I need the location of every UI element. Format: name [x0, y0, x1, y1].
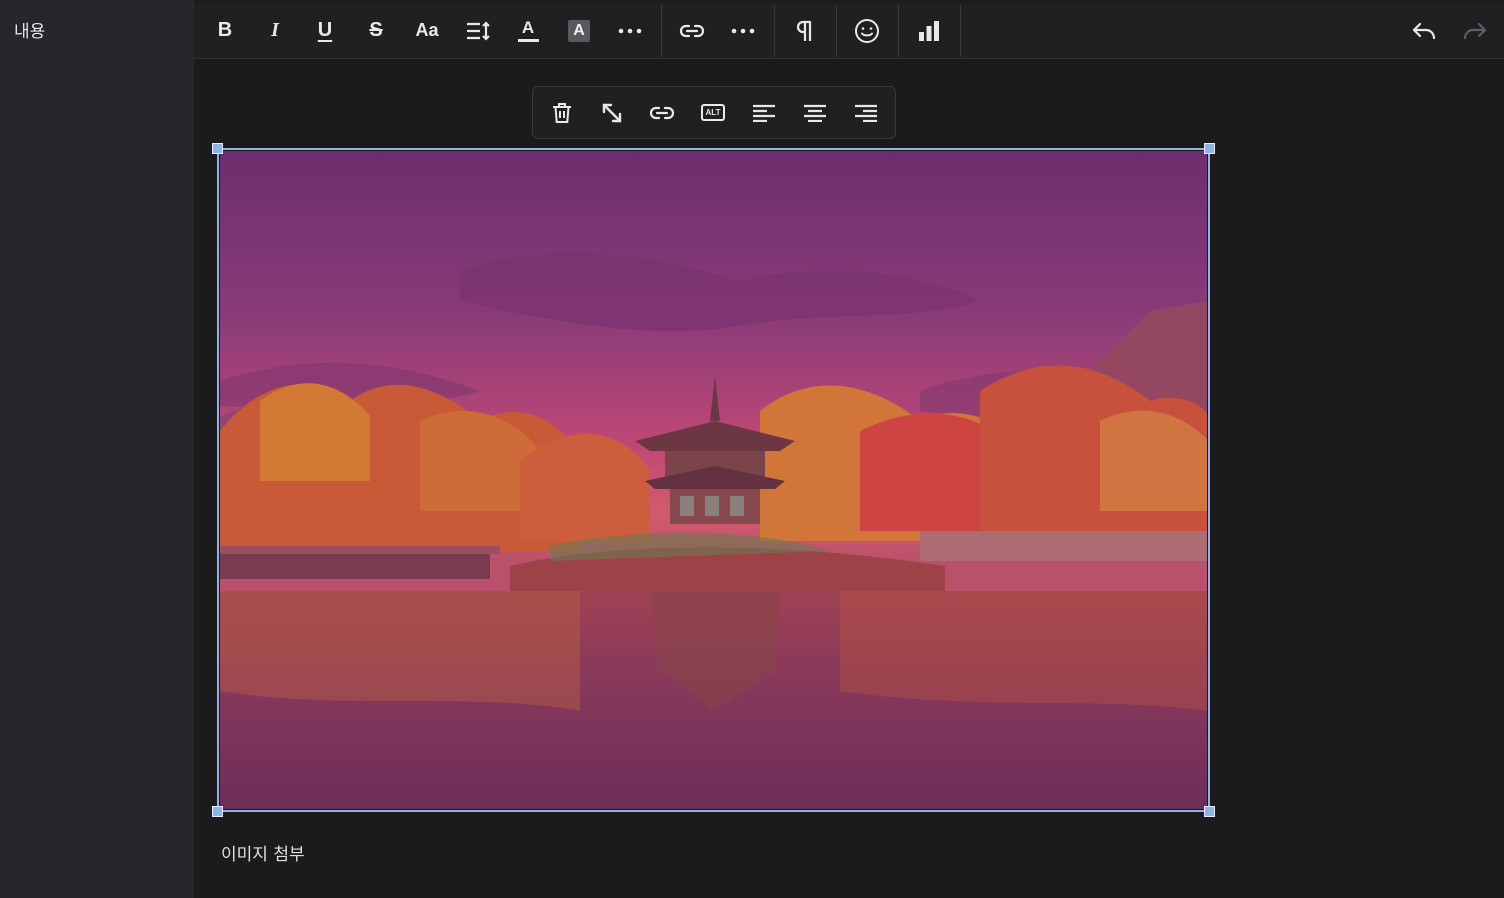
- redo-button[interactable]: [1450, 2, 1500, 59]
- font-size-icon: Aa: [415, 20, 439, 40]
- content-label: 내용: [14, 22, 46, 42]
- align-right-button[interactable]: [841, 87, 891, 138]
- link-button[interactable]: [667, 2, 717, 59]
- more-icon: [618, 28, 642, 33]
- trash-icon: [553, 102, 571, 123]
- autumn-pavilion-image: [220, 151, 1207, 809]
- align-left-button[interactable]: [739, 87, 789, 138]
- delete-image-button[interactable]: [537, 87, 587, 138]
- resize-handle-top-right[interactable]: [1204, 143, 1215, 154]
- paragraph-button[interactable]: [780, 2, 830, 59]
- sidebar: 내용: [0, 0, 194, 898]
- underline-button[interactable]: U: [300, 2, 350, 59]
- toolbar-divider: [836, 5, 837, 57]
- align-right-icon: [855, 104, 877, 122]
- selected-image[interactable]: [212, 143, 1215, 817]
- toolbar-divider: [960, 5, 961, 57]
- highlight-button[interactable]: A: [554, 2, 604, 59]
- align-center-button[interactable]: [790, 87, 840, 138]
- italic-icon: I: [271, 19, 279, 41]
- strikethrough-button[interactable]: S: [351, 2, 401, 59]
- redo-icon: [1463, 22, 1487, 39]
- alt-text-icon: ALT: [701, 104, 725, 121]
- font-color-icon: A: [517, 19, 539, 42]
- link-icon: [649, 106, 675, 119]
- toolbar-divider: [898, 5, 899, 57]
- editor-toolbar: B I U S Aa A A: [194, 2, 1504, 59]
- resize-handle-top-left[interactable]: [212, 143, 223, 154]
- line-height-icon: [467, 20, 490, 41]
- strikethrough-icon: S: [369, 19, 383, 41]
- align-center-icon: [804, 104, 826, 122]
- font-color-button[interactable]: A: [503, 2, 553, 59]
- chart-button[interactable]: [904, 2, 954, 59]
- underline-icon: U: [317, 19, 333, 41]
- alt-text-button[interactable]: ALT: [688, 87, 738, 138]
- rich-text-editor[interactable]: B I U S Aa A A ALT 이미지 첨부: [194, 0, 1504, 898]
- editor-text[interactable]: 이미지 첨부: [221, 840, 305, 865]
- resize-image-button[interactable]: [587, 87, 637, 138]
- italic-button[interactable]: I: [250, 2, 300, 59]
- highlight-icon: A: [568, 19, 590, 42]
- image-toolbar: ALT: [532, 86, 896, 139]
- paragraph-icon: [796, 20, 812, 41]
- more-format-button[interactable]: [605, 2, 655, 59]
- link-icon: [679, 24, 705, 37]
- resize-handle-bottom-left[interactable]: [212, 806, 223, 817]
- more-icon: [731, 28, 755, 33]
- toolbar-divider: [774, 5, 775, 57]
- toolbar-divider: [661, 5, 662, 57]
- emoji-button[interactable]: [842, 2, 892, 59]
- bar-chart-icon: [919, 20, 939, 41]
- line-height-button[interactable]: [453, 2, 503, 59]
- undo-icon: [1412, 22, 1436, 39]
- bold-icon: B: [217, 19, 233, 41]
- smiley-icon: [855, 18, 879, 43]
- image-link-button[interactable]: [637, 87, 687, 138]
- bold-button[interactable]: B: [200, 2, 250, 59]
- resize-icon: [602, 103, 622, 122]
- pavilion-photo: [220, 151, 1207, 809]
- undo-button[interactable]: [1399, 2, 1449, 59]
- more-insert-button[interactable]: [718, 2, 768, 59]
- align-left-icon: [753, 104, 775, 122]
- resize-handle-bottom-right[interactable]: [1204, 806, 1215, 817]
- font-size-button[interactable]: Aa: [402, 2, 452, 59]
